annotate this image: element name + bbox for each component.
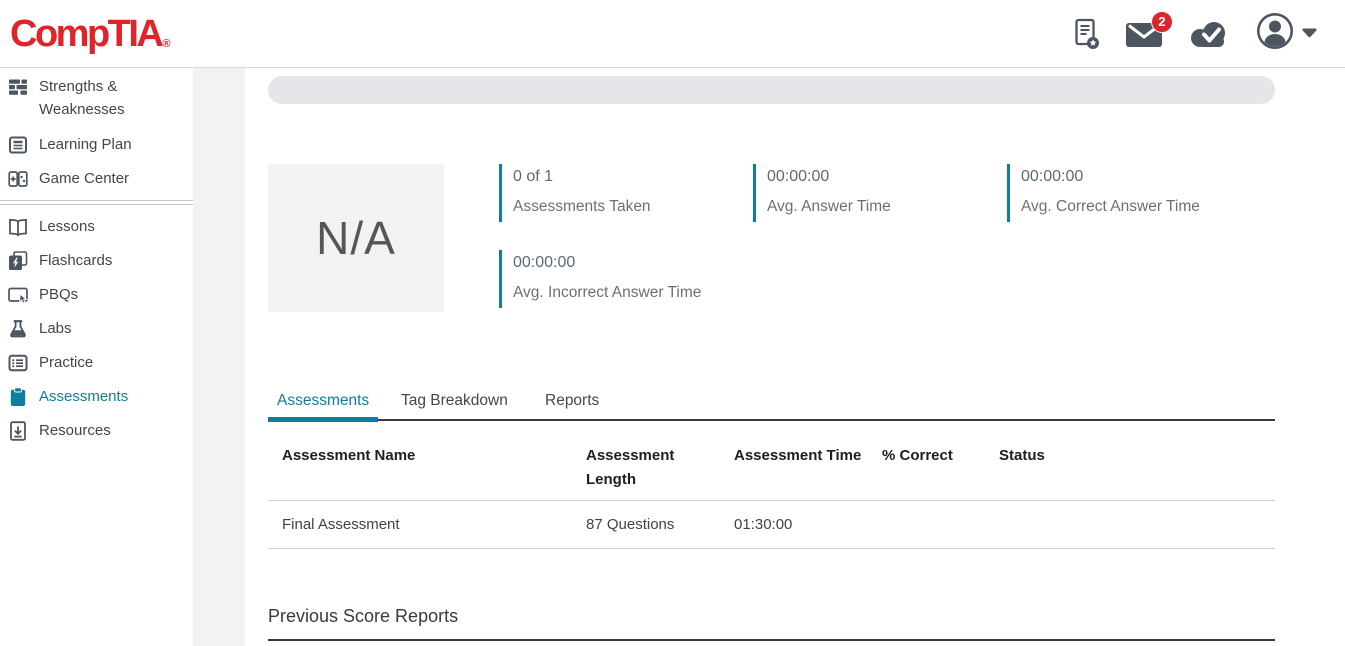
chevron-down-icon: [1302, 25, 1317, 43]
tab-reports[interactable]: Reports: [545, 392, 599, 410]
sidebar-item-labs[interactable]: Labs: [0, 312, 193, 346]
stat-assessments-taken: 0 of 1 Assessments Taken: [499, 164, 749, 222]
tab-assessments[interactable]: Assessments: [277, 392, 369, 410]
game-center-icon: [8, 169, 28, 189]
sidebar-item-assessments[interactable]: Assessments: [0, 380, 193, 414]
profile-menu-button[interactable]: [1256, 12, 1317, 55]
stat-label: Assessments Taken: [513, 198, 749, 216]
stat-value: 00:00:00: [513, 254, 749, 272]
sidebar-item-label: Strengths & Weaknesses: [39, 75, 167, 122]
sidebar-item-resources[interactable]: Resources: [0, 414, 193, 448]
learning-plan-icon: [8, 135, 28, 155]
sidebar-item-label: Lessons: [39, 218, 95, 236]
stat-value: 0 of 1: [513, 168, 749, 186]
lessons-icon: [8, 217, 28, 237]
column-header-assessment-length: Assessment Length: [586, 444, 690, 492]
column-header-status: Status: [999, 444, 1119, 468]
content-gutter: [193, 68, 245, 646]
comptia-logo[interactable]: CompTIA®: [10, 15, 170, 53]
overall-score-value: N/A: [316, 211, 396, 265]
table-header-rule: [268, 500, 1275, 501]
table-row-rule: [268, 548, 1275, 549]
sidebar-item-label: Labs: [39, 320, 72, 338]
stat-avg-incorrect-answer-time: 00:00:00 Avg. Incorrect Answer Time: [499, 250, 749, 308]
stat-label: Avg. Incorrect Answer Time: [513, 284, 749, 302]
previous-score-reports-heading: Previous Score Reports: [268, 606, 458, 627]
tab-baseline-rule: [268, 419, 1275, 421]
sidebar-item-strengths-weaknesses[interactable]: Strengths & Weaknesses: [0, 69, 193, 128]
active-tab-underline: [268, 417, 378, 422]
sidebar-item-pbqs[interactable]: PBQs: [0, 278, 193, 312]
stat-avg-answer-time: 00:00:00 Avg. Answer Time: [753, 164, 1003, 222]
top-header: CompTIA® 2: [0, 0, 1345, 68]
column-header-assessment-name: Assessment Name: [282, 444, 562, 468]
column-header-assessment-time: Assessment Time: [734, 444, 874, 468]
sidebar-item-practice[interactable]: Practice: [0, 346, 193, 380]
sidebar-item-label: PBQs: [39, 286, 78, 304]
sidebar-item-flashcards[interactable]: Flashcards: [0, 244, 193, 278]
stat-value: 00:00:00: [1021, 168, 1275, 186]
stat-label: Avg. Answer Time: [767, 198, 1003, 216]
stat-avg-correct-answer-time: 00:00:00 Avg. Correct Answer Time: [1007, 164, 1275, 222]
profile-icon: [1256, 12, 1294, 55]
cloud-sync-icon[interactable]: [1188, 20, 1230, 48]
score-progress-bar: [268, 76, 1275, 104]
sidebar-item-label: Game Center: [39, 170, 129, 188]
registered-mark: ®: [162, 39, 170, 50]
cell-assessment-length: 87 Questions: [586, 516, 674, 533]
sidebar-nav: Strengths & Weaknesses Learning Plan Gam…: [0, 68, 193, 646]
stat-label: Avg. Correct Answer Time: [1021, 198, 1275, 216]
tab-tag-breakdown[interactable]: Tag Breakdown: [401, 392, 508, 410]
sidebar-item-game-center[interactable]: Game Center: [0, 162, 193, 196]
sidebar-item-label: Flashcards: [39, 252, 112, 270]
sidebar-item-label: Resources: [39, 422, 111, 440]
cell-assessment-name: Final Assessment: [282, 516, 400, 533]
sidebar-divider: [0, 200, 193, 205]
pbqs-icon: [8, 285, 28, 305]
cell-assessment-time: 01:30:00: [734, 516, 792, 533]
logo-text: CompTIA: [10, 15, 161, 53]
previous-score-reports-rule: [268, 639, 1275, 641]
flashcards-icon: [8, 251, 28, 271]
strengths-weaknesses-icon: [8, 77, 28, 97]
mail-icon[interactable]: 2: [1126, 21, 1162, 47]
resources-icon: [8, 421, 28, 441]
sidebar-item-lessons[interactable]: Lessons: [0, 210, 193, 244]
sidebar-item-learning-plan[interactable]: Learning Plan: [0, 128, 193, 162]
sidebar-item-label: Assessments: [39, 388, 128, 406]
sidebar-item-label: Practice: [39, 354, 93, 372]
score-report-icon[interactable]: [1074, 18, 1100, 50]
labs-icon: [8, 319, 28, 339]
assessments-icon: [8, 387, 28, 407]
mail-badge: 2: [1151, 11, 1173, 33]
practice-icon: [8, 353, 28, 373]
stat-value: 00:00:00: [767, 168, 1003, 186]
sidebar-item-label: Learning Plan: [39, 136, 132, 154]
header-icon-bar: 2: [1074, 12, 1317, 55]
overall-score-box: N/A: [268, 164, 444, 312]
column-header-percent-correct: % Correct: [882, 444, 982, 468]
